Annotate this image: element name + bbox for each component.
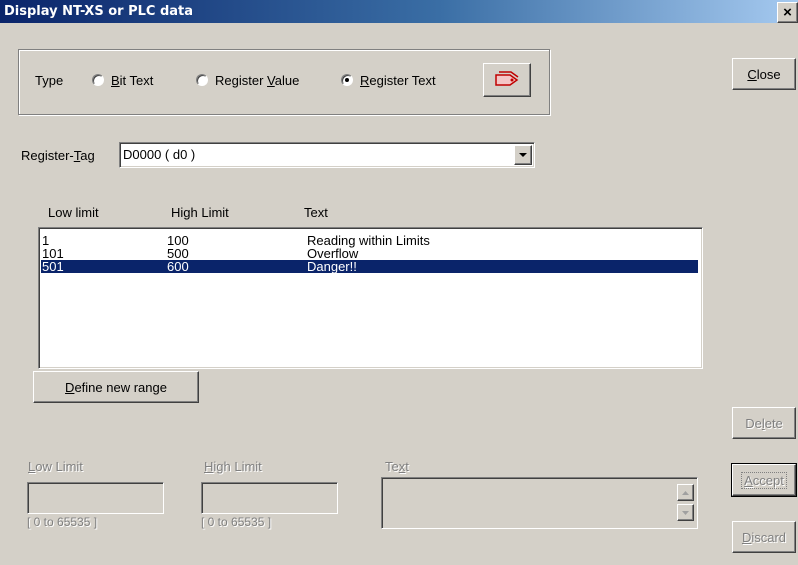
list-item-selected[interactable]: 501 600 Danger!! <box>40 259 699 274</box>
accept-button-label: Accept <box>741 471 787 489</box>
delete-button[interactable]: Delete <box>732 407 796 439</box>
list-item[interactable]: 1 100 Reading within Limits <box>41 234 698 247</box>
text-label: Text <box>385 459 409 474</box>
register-tag-value: D0000 ( d0 ) <box>123 147 196 162</box>
high-limit-range: [ 0 to 65535 ] <box>201 515 272 529</box>
scroll-down-button[interactable] <box>677 504 694 521</box>
accept-button[interactable]: Accept <box>731 463 797 497</box>
tags-button[interactable] <box>483 63 531 97</box>
radio-bit-text-label[interactable]: Bit Text <box>111 73 153 88</box>
radio-dot <box>345 78 349 82</box>
list-item-high: 600 <box>167 259 189 274</box>
type-label: Type <box>35 73 64 88</box>
define-new-range-label: Define new range <box>65 379 167 395</box>
tags-icon <box>495 71 519 86</box>
low-limit-input[interactable] <box>27 482 164 514</box>
radio-register-text[interactable] <box>341 74 353 86</box>
define-new-range-button[interactable]: Define new range <box>33 371 199 403</box>
range-list[interactable]: 1 100 Reading within Limits 101 500 Over… <box>38 227 703 369</box>
close-button[interactable]: Close <box>732 58 796 90</box>
list-item[interactable]: 101 500 Overflow <box>41 247 698 260</box>
discard-button[interactable]: Discard <box>732 521 796 553</box>
column-header-text: Text <box>304 205 328 220</box>
close-button-label: Close <box>747 66 781 82</box>
low-limit-range: [ 0 to 65535 ] <box>27 515 98 529</box>
low-limit-label: Low Limit <box>28 459 83 474</box>
arrow-up-icon <box>682 490 689 495</box>
radio-register-text-label[interactable]: Register Text <box>360 73 436 88</box>
list-item-text: Danger!! <box>307 259 357 274</box>
scroll-up-button[interactable] <box>677 484 694 501</box>
dropdown-button[interactable] <box>514 145 532 165</box>
arrow-down-icon <box>682 510 689 515</box>
list-item-low: 501 <box>42 259 64 274</box>
column-header-low: Low limit <box>48 205 99 220</box>
text-input[interactable] <box>381 477 698 529</box>
register-tag-combobox[interactable]: D0000 ( d0 ) <box>119 142 535 168</box>
column-header-high: High Limit <box>171 205 229 220</box>
close-icon: × <box>783 4 792 21</box>
window-title: Display NT-XS or PLC data <box>4 4 194 19</box>
high-limit-input[interactable] <box>201 482 338 514</box>
radio-bit-text[interactable] <box>92 74 104 86</box>
radio-register-value[interactable] <box>196 74 208 86</box>
register-tag-label: Register-Tag <box>21 148 95 163</box>
high-limit-label: High Limit <box>204 459 262 474</box>
window-close-button[interactable]: × <box>777 2 798 23</box>
discard-button-label: Discard <box>741 529 787 545</box>
delete-button-label: Delete <box>745 415 783 431</box>
chevron-down-icon <box>519 152 527 157</box>
radio-register-value-label[interactable]: Register Value <box>215 73 299 88</box>
